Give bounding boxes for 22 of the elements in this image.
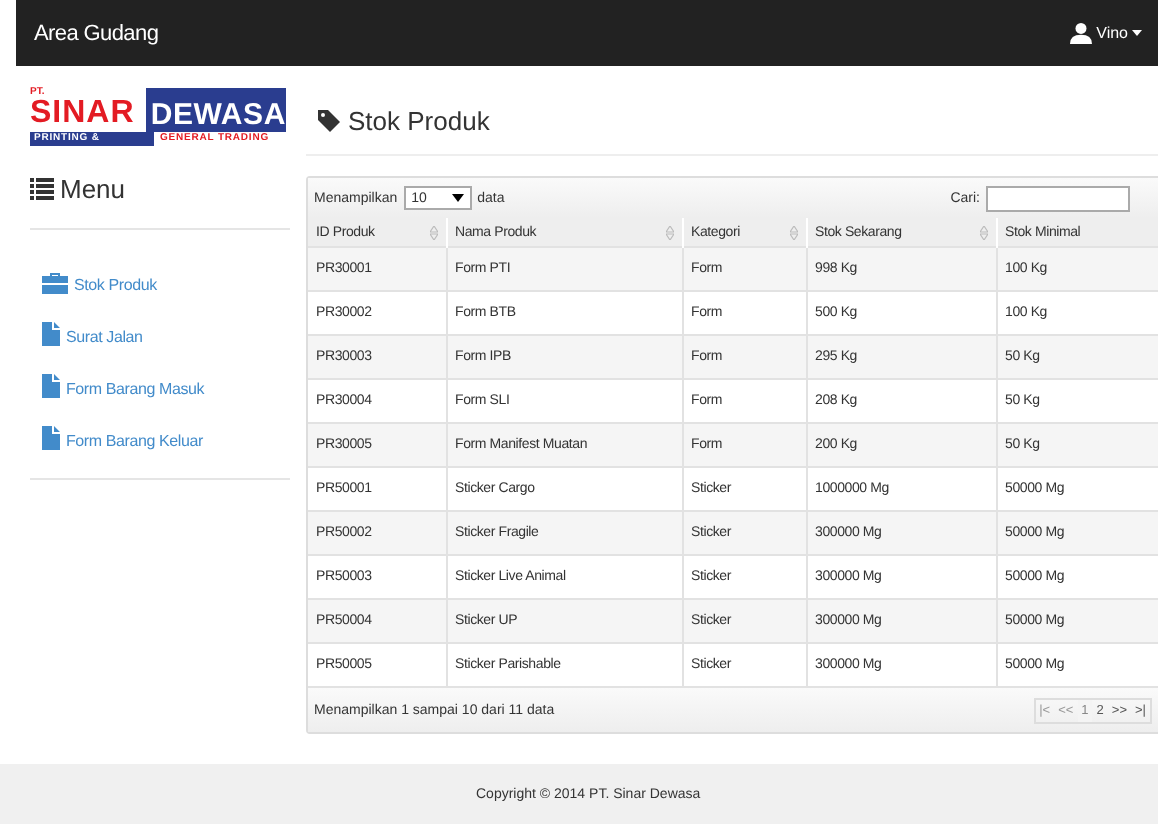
file-icon bbox=[42, 374, 60, 398]
sidebar-link[interactable]: Stok Produk bbox=[42, 266, 290, 294]
sort-icon bbox=[429, 226, 437, 240]
page-title: Stok Produk bbox=[348, 106, 490, 136]
file-icon bbox=[42, 322, 60, 346]
sort-icon bbox=[665, 226, 673, 240]
sort-icon bbox=[789, 226, 797, 240]
tag-icon bbox=[318, 110, 340, 132]
sort-icon bbox=[979, 226, 987, 240]
user-menu[interactable]: Vino bbox=[1070, 22, 1142, 44]
briefcase-icon bbox=[42, 272, 68, 294]
file-icon bbox=[42, 426, 60, 450]
caret-icon bbox=[451, 194, 464, 202]
sidebar-link[interactable]: Surat Jalan bbox=[42, 318, 290, 346]
caret-icon bbox=[1132, 30, 1142, 36]
sidebar-link[interactable]: Form Barang Masuk bbox=[42, 370, 290, 398]
user-icon bbox=[1070, 22, 1093, 44]
sidebar-link[interactable]: Form Barang Keluar bbox=[42, 422, 290, 450]
search-field[interactable] bbox=[986, 185, 1130, 211]
list-icon bbox=[30, 178, 54, 200]
menu-heading: Menu bbox=[60, 174, 126, 204]
brand-link[interactable]: Area Gudang bbox=[34, 21, 159, 45]
